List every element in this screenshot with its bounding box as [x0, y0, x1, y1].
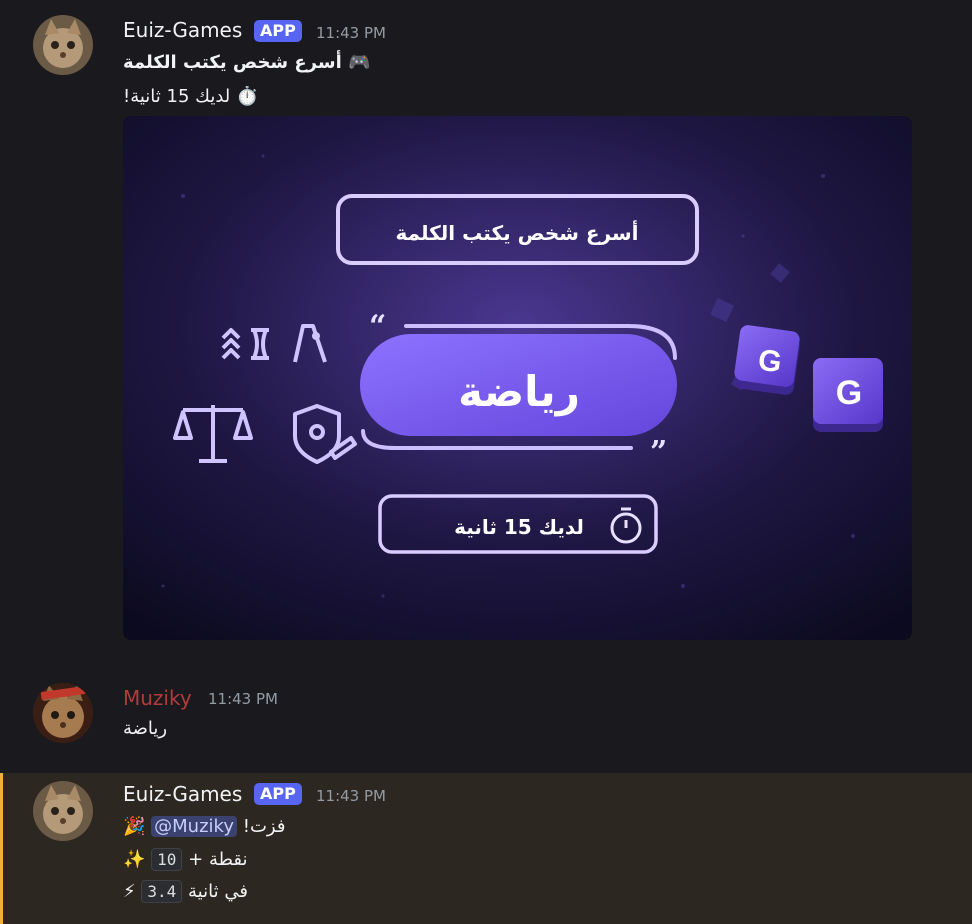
avatar[interactable] — [33, 15, 93, 75]
avatar[interactable] — [33, 683, 93, 743]
username[interactable]: Muziky — [123, 686, 192, 710]
avatar[interactable] — [33, 781, 93, 841]
speed-line: ⚡ 3.4 في ثانية — [123, 880, 248, 903]
points-value: 10 — [151, 848, 183, 871]
prompt-text: أسرع شخص يكتب الكلمة — [395, 219, 638, 245]
timestamp: 11:43 PM — [208, 690, 278, 708]
app-badge: APP — [254, 20, 302, 42]
points-line: ✨ 10 + نقطة — [123, 848, 248, 871]
timer-text: لديك 15 ثانية — [454, 515, 584, 539]
game-image[interactable]: “ ” G G أسرع شخص يكتب الكلمة رياضة لديك … — [123, 116, 912, 640]
target-word: رياضة — [458, 367, 580, 416]
message-line: !لديك 15 ثانية ⏱️ — [123, 86, 259, 107]
message-line: رياضة — [123, 718, 168, 739]
timestamp: 11:43 PM — [316, 24, 386, 42]
points-text: + نقطة — [188, 849, 248, 870]
speed-text: في ثانية — [188, 881, 248, 902]
app-badge: APP — [254, 783, 302, 805]
lightning-emoji: ⚡ — [123, 881, 136, 902]
win-line: 🎉 @Muziky !فزت — [123, 816, 285, 837]
win-text: !فزت — [242, 816, 286, 837]
key-letter: G — [836, 374, 862, 412]
message-line: أسرع شخص يكتب الكلمة 🎮 — [123, 52, 371, 73]
username[interactable]: Euiz-Games — [123, 782, 242, 806]
sparkle-emoji: ✨ — [123, 849, 146, 870]
svg-text:“: “ — [369, 309, 386, 344]
svg-text:”: ” — [650, 435, 667, 470]
timestamp: 11:43 PM — [316, 787, 386, 805]
key-letter: G — [756, 344, 784, 380]
username[interactable]: Euiz-Games — [123, 18, 242, 42]
user-mention[interactable]: @Muziky — [151, 816, 237, 837]
party-emoji: 🎉 — [123, 816, 146, 837]
speed-value: 3.4 — [141, 880, 183, 903]
